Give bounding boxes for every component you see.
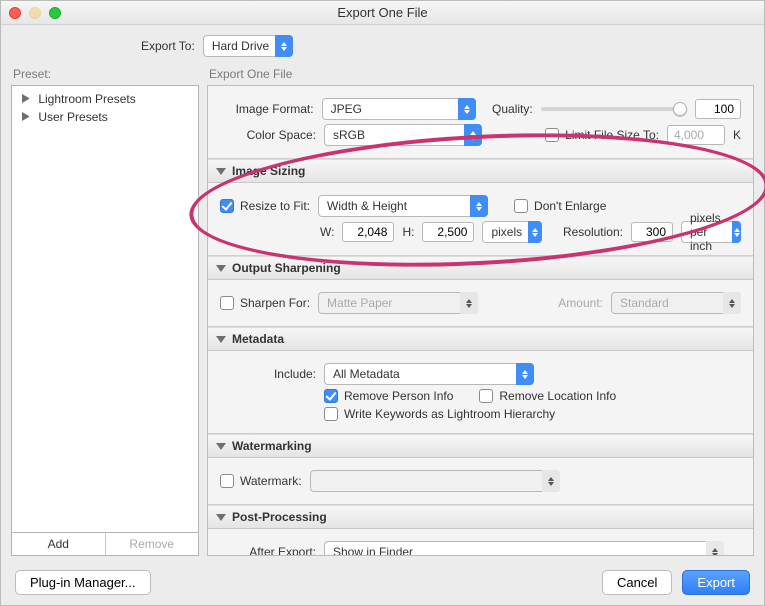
export-dialog: Export One File Export To: Hard Drive Pr… [0, 0, 765, 606]
resolution-input[interactable] [631, 222, 673, 242]
disclosure-down-icon [216, 514, 226, 521]
right-pane-label: Export One File [207, 65, 754, 85]
after-export-select[interactable]: Show in Finder [324, 541, 724, 556]
preset-group-user[interactable]: User Presets [12, 108, 198, 126]
slider-knob[interactable] [673, 102, 687, 116]
watermarking-section: Watermark: [208, 458, 753, 505]
resolution-unit-select[interactable]: pixels per inch [681, 221, 741, 243]
color-space-label: Color Space: [220, 128, 316, 142]
watermark-checkbox[interactable]: Watermark: [220, 474, 302, 488]
disclosure-down-icon [216, 336, 226, 343]
amount-select: Standard [611, 292, 741, 314]
disclosure-down-icon [216, 168, 226, 175]
limit-filesize-checkbox[interactable]: Limit File Size To: [545, 128, 659, 142]
chevron-updown-icon [732, 221, 741, 243]
quality-label: Quality: [492, 102, 533, 116]
metadata-section: Include: All Metadata Remove Person Info [208, 351, 753, 434]
export-to-label: Export To: [141, 39, 195, 53]
quality-input[interactable] [695, 99, 741, 119]
output-sharpening-header[interactable]: Output Sharpening [208, 256, 753, 280]
limit-filesize-input[interactable] [667, 125, 725, 145]
chevron-updown-icon [470, 195, 488, 217]
titlebar: Export One File [1, 1, 764, 25]
export-to-value: Hard Drive [212, 39, 269, 53]
after-export-label: After Export: [220, 545, 316, 556]
file-settings-section: Image Format: JPEG Quality: Color Space: [208, 86, 753, 159]
amount-label: Amount: [558, 296, 603, 310]
quality-slider[interactable] [541, 107, 687, 111]
resize-mode-select[interactable]: Width & Height [318, 195, 488, 217]
include-select[interactable]: All Metadata [324, 363, 534, 385]
keywords-hierarchy-checkbox[interactable]: Write Keywords as Lightroom Hierarchy [324, 407, 555, 421]
plugin-manager-button[interactable]: Plug-in Manager... [15, 570, 151, 595]
metadata-header[interactable]: Metadata [208, 327, 753, 351]
chevron-updown-icon [458, 98, 476, 120]
disclosure-triangle-icon[interactable] [22, 112, 31, 121]
h-label: H: [402, 225, 414, 239]
w-label: W: [320, 225, 334, 239]
color-space-select[interactable]: sRGB [324, 124, 482, 146]
sharpen-for-checkbox[interactable]: Sharpen For: [220, 296, 310, 310]
width-input[interactable] [342, 222, 394, 242]
window-title: Export One File [1, 5, 764, 20]
export-to-select[interactable]: Hard Drive [203, 35, 293, 57]
disclosure-down-icon [216, 443, 226, 450]
remove-person-checkbox[interactable]: Remove Person Info [324, 389, 453, 403]
disclosure-down-icon [216, 265, 226, 272]
chevron-updown-icon [516, 363, 534, 385]
disclosure-triangle-icon[interactable] [22, 94, 31, 103]
size-unit-select[interactable]: pixels [482, 221, 542, 243]
post-processing-section: After Export: Show in Finder Application… [208, 529, 753, 556]
preset-group-lightroom[interactable]: Lightroom Presets [12, 90, 198, 108]
limit-unit: K [733, 128, 741, 142]
image-format-select[interactable]: JPEG [322, 98, 476, 120]
output-sharpening-section: Sharpen For: Matte Paper Amount: Standar… [208, 280, 753, 327]
watermark-select [310, 470, 560, 492]
sharpen-for-select: Matte Paper [318, 292, 478, 314]
export-button[interactable]: Export [682, 570, 750, 595]
chevron-updown-icon [528, 221, 542, 243]
image-format-label: Image Format: [220, 102, 314, 116]
include-label: Include: [220, 367, 316, 381]
dont-enlarge-checkbox[interactable]: Don't Enlarge [514, 199, 606, 213]
watermarking-header[interactable]: Watermarking [208, 434, 753, 458]
cancel-button[interactable]: Cancel [602, 570, 672, 595]
chevron-updown-icon [464, 124, 482, 146]
image-sizing-section: Resize to Fit: Width & Height Don't Enla… [208, 183, 753, 256]
remove-preset-button: Remove [105, 533, 199, 555]
image-sizing-header[interactable]: Image Sizing [208, 159, 753, 183]
preset-label: Preset: [11, 65, 199, 85]
height-input[interactable] [422, 222, 474, 242]
resolution-label: Resolution: [563, 225, 623, 239]
add-preset-button[interactable]: Add [12, 533, 105, 555]
remove-location-checkbox[interactable]: Remove Location Info [479, 389, 616, 403]
resize-to-fit-checkbox[interactable]: Resize to Fit: [220, 199, 310, 213]
preset-list[interactable]: Lightroom Presets User Presets [11, 85, 199, 533]
post-processing-header[interactable]: Post-Processing [208, 505, 753, 529]
chevron-updown-icon [275, 35, 293, 57]
